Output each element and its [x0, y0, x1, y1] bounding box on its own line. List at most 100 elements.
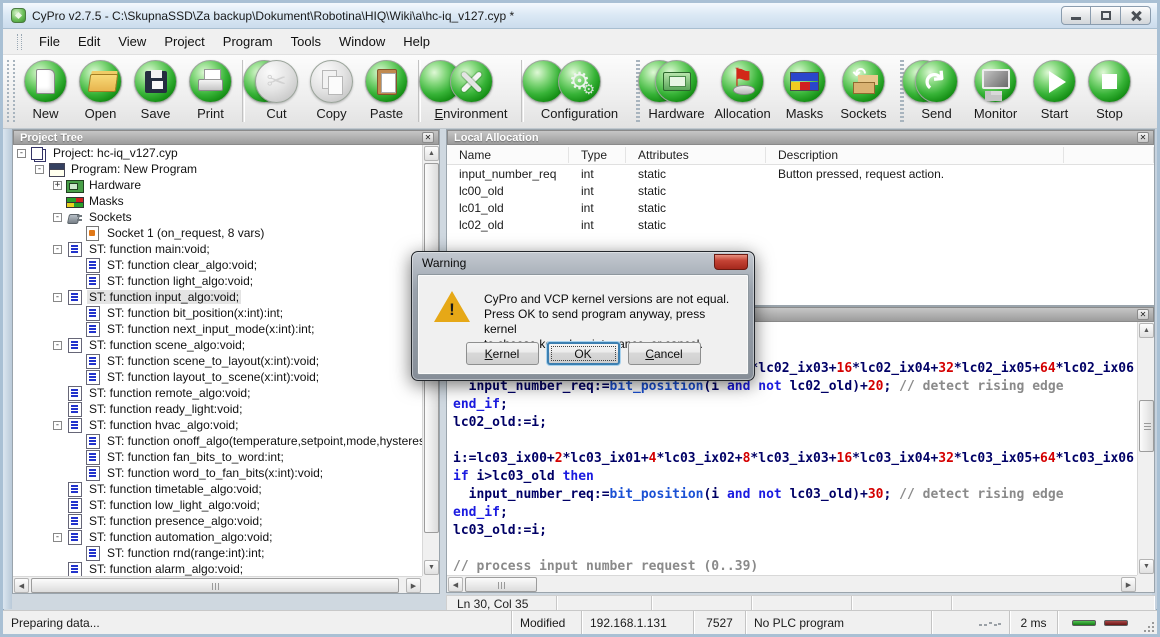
toolbar-grip[interactable] [900, 60, 904, 122]
tree-item[interactable]: ST: function ready_light:void; [13, 401, 422, 417]
panel-close-icon[interactable]: ✕ [1137, 309, 1149, 320]
tree-expander[interactable]: - [53, 533, 62, 542]
scroll-left-icon[interactable]: ◀ [448, 577, 463, 592]
dialog-close-button[interactable] [714, 254, 748, 270]
table-row[interactable]: input_number_req int static Button press… [447, 165, 1154, 182]
table-row[interactable]: lc01_old int static [447, 199, 1154, 216]
tree-item[interactable]: ST: function low_light_algo:void; [13, 497, 422, 513]
tree-expander[interactable]: - [35, 165, 44, 174]
copy-button[interactable]: Copy [304, 58, 359, 121]
scroll-left-icon[interactable]: ◀ [14, 578, 29, 593]
scroll-right-icon[interactable]: ▶ [406, 578, 421, 593]
kernel-button[interactable]: Kernel [466, 342, 539, 365]
tree-item[interactable]: ST: function clear_algo:void; [13, 257, 422, 273]
open-button[interactable]: Open [73, 58, 128, 121]
menu-item[interactable]: Window [330, 31, 394, 52]
tree-item[interactable]: - ST: function scene_algo:void; [13, 337, 422, 353]
tree-item[interactable]: ST: function onoff_algo(temperature,setp… [13, 433, 422, 449]
tree-item[interactable]: ST: function rnd(range:int):int; [13, 545, 422, 561]
tree-expander[interactable]: - [53, 341, 62, 350]
monitor-button[interactable]: Monitor [964, 58, 1027, 121]
cancel-button[interactable]: Cancel [628, 342, 701, 365]
ok-button[interactable]: OK [547, 342, 620, 365]
scroll-up-icon[interactable]: ▲ [1139, 323, 1154, 338]
tree-expander[interactable]: - [53, 213, 62, 222]
panel-close-icon[interactable]: ✕ [1137, 132, 1149, 143]
menu-item[interactable]: View [109, 31, 155, 52]
toolbar-separator[interactable] [242, 60, 245, 122]
tree-expander[interactable]: - [53, 245, 62, 254]
tree-item[interactable]: - ST: function hvac_algo:void; [13, 417, 422, 433]
tree-item[interactable]: ST: function word_to_fan_bits(x:int):voi… [13, 465, 422, 481]
tree-expander[interactable]: - [53, 293, 62, 302]
tree-item[interactable]: - Sockets [13, 209, 422, 225]
tree-item[interactable]: - Program: New Program [13, 161, 422, 177]
dialog-title-bar[interactable]: Warning [412, 252, 754, 274]
table-row[interactable]: lc02_old int static [447, 216, 1154, 233]
masks-button[interactable]: Masks [777, 58, 832, 121]
save-button[interactable]: Save [128, 58, 183, 121]
menu-item[interactable]: Help [394, 31, 439, 52]
tree-item[interactable]: ST: function next_input_mode(x:int):int; [13, 321, 422, 337]
allocation-button[interactable]: ⚑ Allocation [708, 58, 777, 121]
tree-item[interactable]: ST: function presence_algo:void; [13, 513, 422, 529]
tree-item[interactable]: - Project: hc-iq_v127.cyp [13, 145, 422, 161]
panel-close-icon[interactable]: ✕ [422, 132, 434, 143]
resize-grip[interactable] [1141, 619, 1155, 633]
column-header-attributes[interactable]: Attributes [626, 147, 766, 163]
minimize-button[interactable] [1061, 6, 1091, 25]
toolbar-separator[interactable] [521, 60, 524, 122]
tree-item[interactable]: ST: function fan_bits_to_word:int; [13, 449, 422, 465]
tree-item[interactable]: + Hardware [13, 177, 422, 193]
local-allocation-header[interactable]: Local Allocation ✕ [447, 130, 1154, 145]
scroll-up-icon[interactable]: ▲ [424, 146, 439, 161]
column-header-type[interactable]: Type [569, 147, 626, 163]
menu-item[interactable]: Program [214, 31, 282, 52]
editor-horizontal-scrollbar[interactable]: ◀ ▶ [447, 575, 1137, 592]
title-bar[interactable]: CyPro v2.7.5 - C:\SkupnaSSD\Za backup\Do… [3, 3, 1157, 29]
tree-item[interactable]: ST: function alarm_algo:void; [13, 561, 422, 576]
menu-item[interactable]: Edit [69, 31, 109, 52]
menu-item[interactable]: Tools [282, 31, 330, 52]
column-header-name[interactable]: Name [447, 147, 569, 163]
tree-item[interactable]: - ST: function input_algo:void; [13, 289, 422, 305]
tree-item[interactable]: ST: function bit_position(x:int):int; [13, 305, 422, 321]
scrollbar-thumb[interactable] [31, 578, 399, 593]
tree-item[interactable]: ST: function layout_to_scene(x:int):void… [13, 369, 422, 385]
table-row[interactable]: lc00_old int static [447, 182, 1154, 199]
column-header-description[interactable]: Description [766, 147, 1064, 163]
scrollbar-thumb[interactable] [465, 577, 537, 592]
start-button[interactable]: Start [1027, 58, 1082, 121]
tree-expander[interactable]: + [53, 181, 62, 190]
tree-horizontal-scrollbar[interactable]: ◀ ▶ [13, 576, 422, 593]
print-button[interactable]: Print [183, 58, 238, 121]
scroll-down-icon[interactable]: ▼ [1139, 559, 1154, 574]
sockets-button[interactable]: ↶ Sockets [832, 58, 895, 121]
paste-button[interactable]: Paste [359, 58, 414, 121]
tree-item[interactable]: ST: function remote_algo:void; [13, 385, 422, 401]
maximize-button[interactable] [1091, 6, 1121, 25]
tree-item[interactable]: ST: function timetable_algo:void; [13, 481, 422, 497]
tree-expander[interactable]: - [53, 421, 62, 430]
tree-item[interactable]: Socket 1 (on_request, 8 vars) [13, 225, 422, 241]
tree-item[interactable]: - ST: function automation_algo:void; [13, 529, 422, 545]
tree-expander[interactable]: - [17, 149, 26, 158]
stop-button[interactable]: Stop [1082, 58, 1137, 121]
scroll-down-icon[interactable]: ▼ [424, 560, 439, 575]
scroll-right-icon[interactable]: ▶ [1121, 577, 1136, 592]
project-tree-header[interactable]: Project Tree ✕ [13, 130, 439, 145]
tree-item[interactable]: - ST: function main:void; [13, 241, 422, 257]
menu-item[interactable]: File [30, 31, 69, 52]
scrollbar-thumb[interactable] [1139, 400, 1154, 452]
tree-item[interactable]: ST: function light_algo:void; [13, 273, 422, 289]
st-document-icon [84, 274, 101, 288]
new-button[interactable]: New [18, 58, 73, 121]
tree-item[interactable]: Masks [13, 193, 422, 209]
configuration-gears-icon: ⚙ [558, 60, 601, 103]
toolbar-grip[interactable] [636, 60, 640, 122]
close-button[interactable] [1121, 6, 1151, 25]
editor-vertical-scrollbar[interactable]: ▲ ▼ [1137, 322, 1154, 575]
toolbar-separator[interactable] [418, 60, 421, 122]
menu-item[interactable]: Project [155, 31, 213, 52]
tree-item[interactable]: ST: function scene_to_layout(x:int):void… [13, 353, 422, 369]
